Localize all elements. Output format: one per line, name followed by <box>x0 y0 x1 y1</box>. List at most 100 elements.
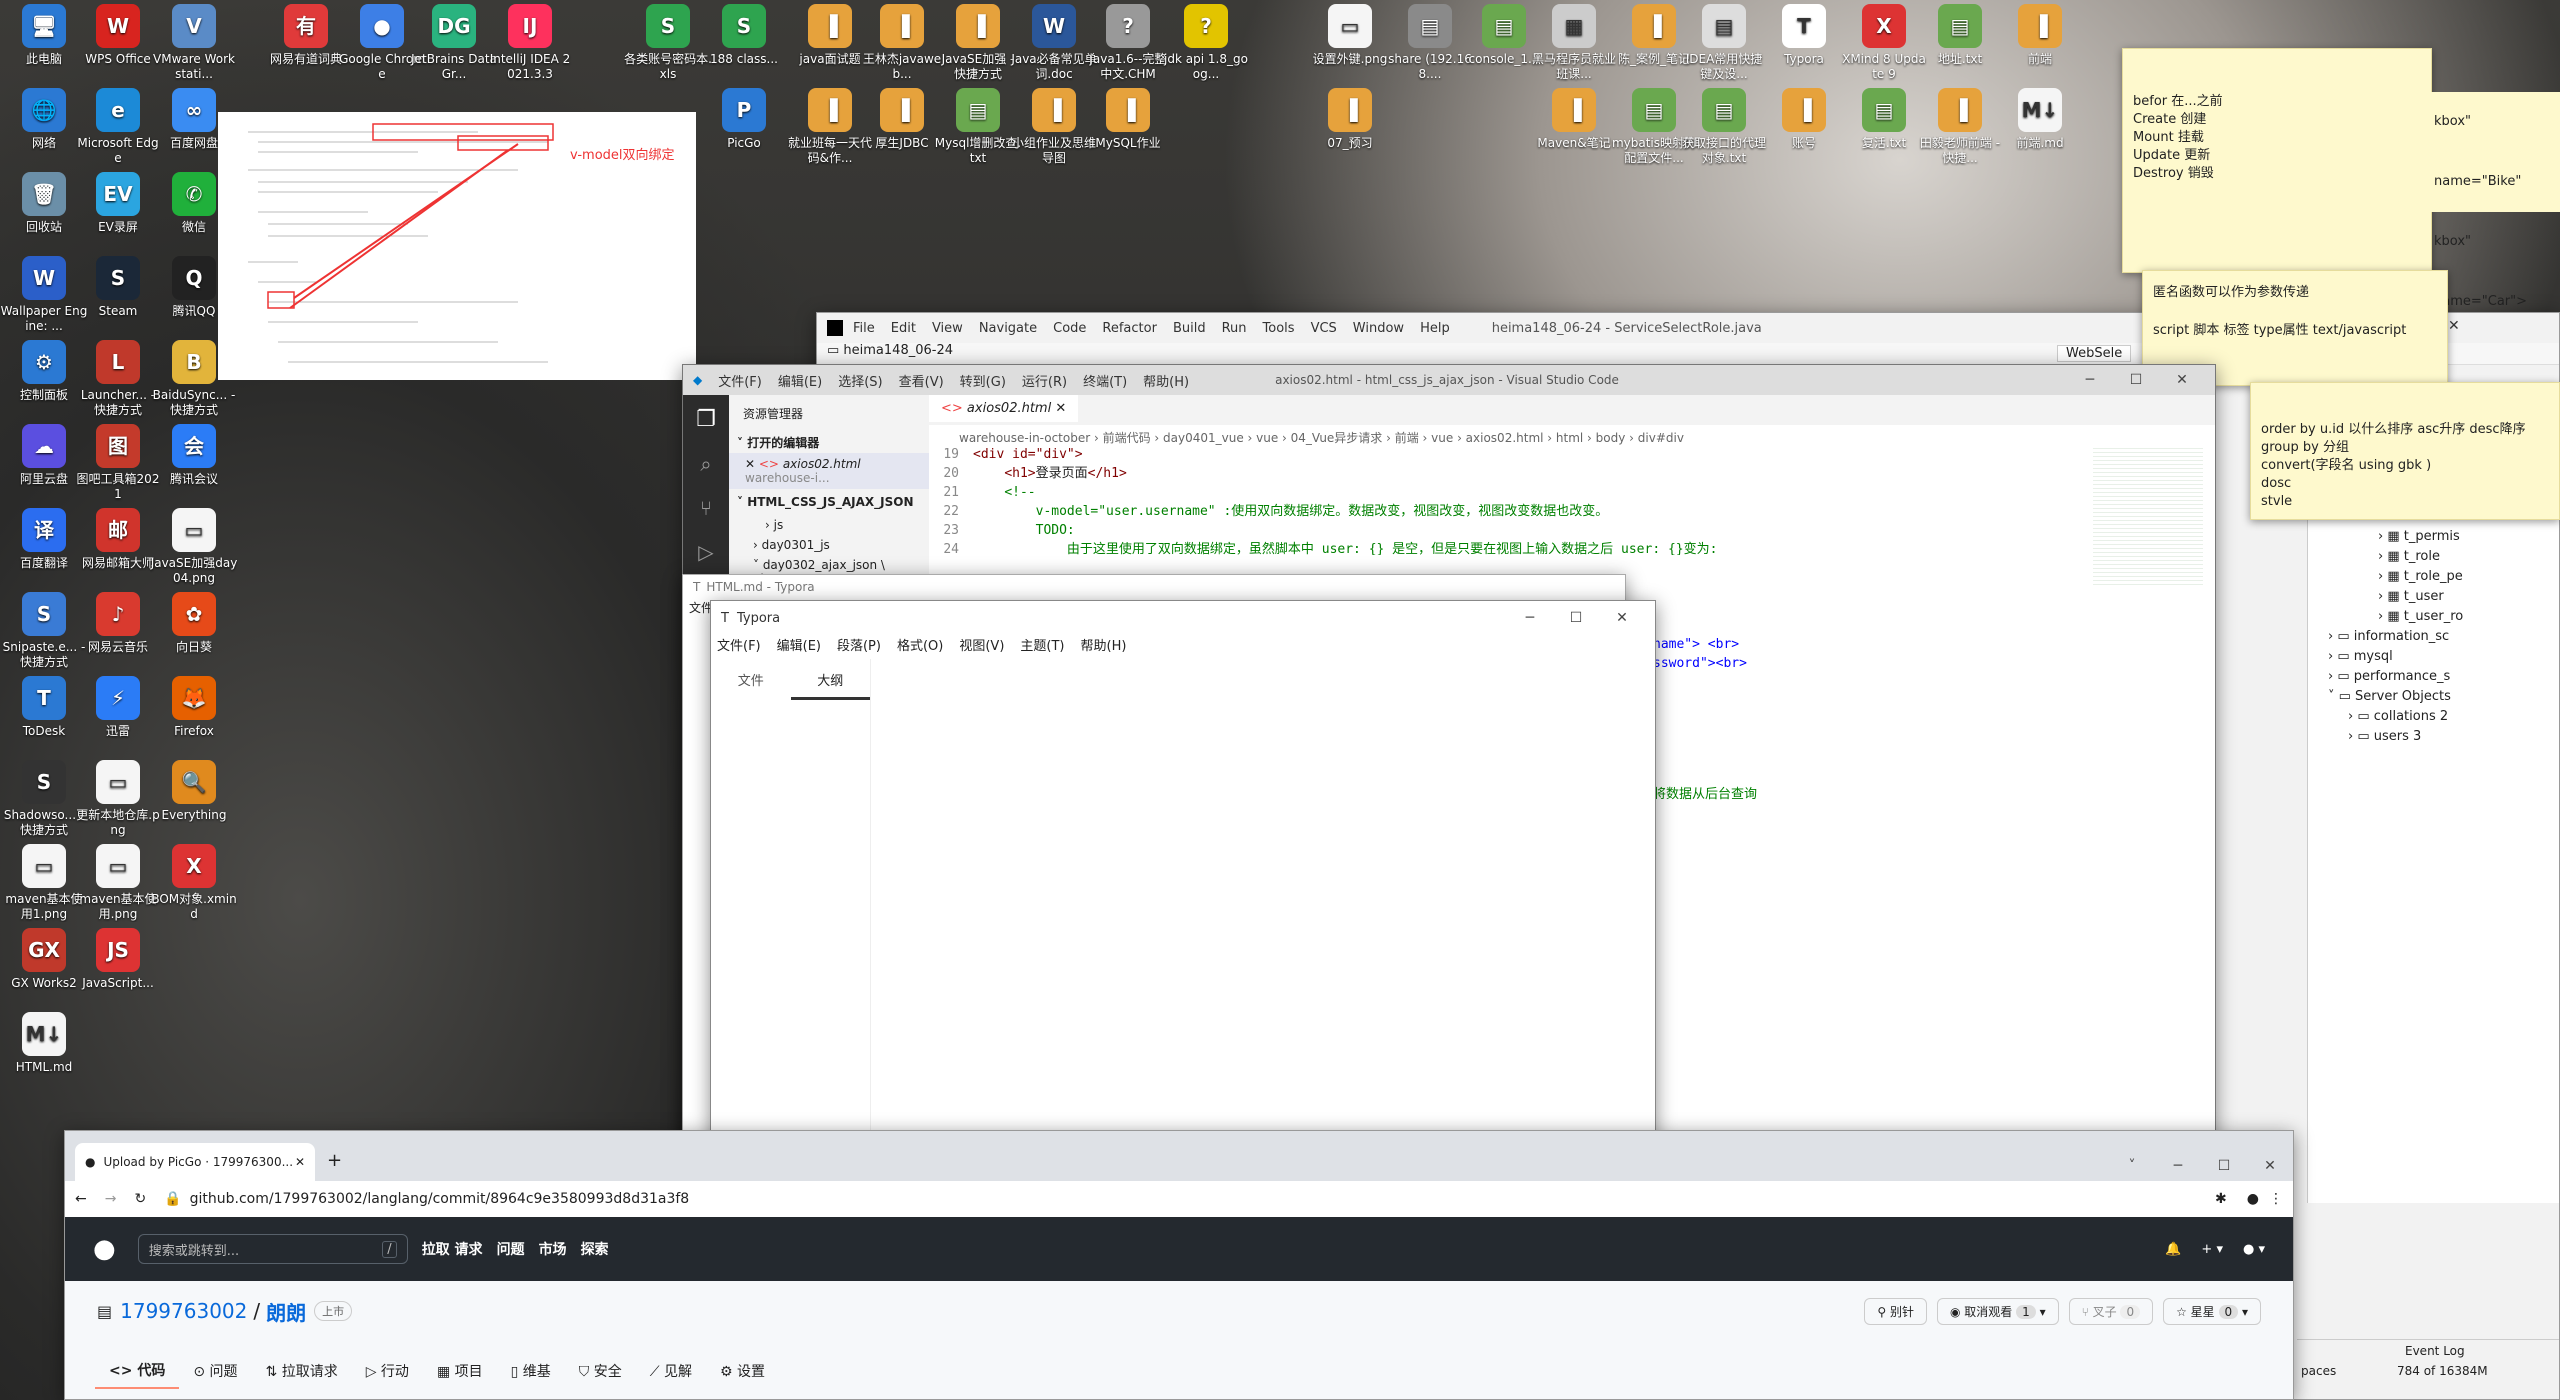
close-icon[interactable]: ✕ <box>2247 1151 2293 1181</box>
menu-item[interactable]: Tools <box>1263 321 1295 336</box>
desktop-icon[interactable]: 图图吧工具箱2021 <box>74 424 162 502</box>
maximize-icon[interactable]: ☐ <box>1553 603 1599 633</box>
star-button[interactable]: ☆ 星星 0 ▾ <box>2163 1297 2261 1325</box>
menu-item[interactable]: File <box>853 321 875 336</box>
chrome-window[interactable]: ● Upload by PicGo · 179976300... ✕ + ˅ ─… <box>64 1130 2294 1400</box>
repo-tab[interactable]: ⚙ 设置 <box>706 1353 779 1389</box>
desktop-icon[interactable]: 会腾讯会议 <box>150 424 238 487</box>
desktop-icon[interactable]: S Steam <box>74 256 162 319</box>
menu-item[interactable]: 文件(F) <box>718 375 762 390</box>
menu-item[interactable]: 运行(R) <box>1022 375 1067 390</box>
desktop-icon[interactable]: EV EV录屏 <box>74 172 162 235</box>
github-logo-icon[interactable]: ● <box>93 1234 116 1264</box>
desktop-icon[interactable]: T Typora <box>1760 4 1848 67</box>
repo-tab[interactable]: ▦ 项目 <box>423 1353 497 1389</box>
desktop-icon[interactable]: ? jdk api 1.8_goog... <box>1162 4 1250 82</box>
chevron-down-icon[interactable]: ˅ <box>2109 1151 2155 1181</box>
desktop-icon[interactable]: ▤ 地址.txt <box>1916 4 2004 67</box>
db-tree-item[interactable]: › ▭ performance_s <box>2308 667 2559 687</box>
desktop-icon[interactable]: IJ IntelliJ IDEA 2021.3.3 <box>486 4 574 82</box>
editor-tab[interactable]: <> axios02.html ✕ <box>929 395 1079 422</box>
menu-item[interactable]: 视图(V) <box>959 639 1004 654</box>
menu-item[interactable]: 格式(O) <box>897 639 943 654</box>
repo-tab[interactable]: <> 代码 <box>95 1353 180 1389</box>
desktop-icon[interactable]: 邮网易邮箱大师 <box>74 508 162 571</box>
desktop-icon[interactable]: S 188 class... <box>700 4 788 67</box>
close-icon[interactable]: ✕ <box>1055 401 1066 416</box>
menu-icon[interactable]: ⋮ <box>2269 1191 2283 1207</box>
menu-item[interactable]: VCS <box>1311 321 1337 336</box>
minimize-icon[interactable]: ─ <box>1507 603 1553 633</box>
menu-item[interactable]: 终端(T) <box>1083 375 1127 390</box>
desktop-icon[interactable]: DG JetBrains DataGr... <box>410 4 498 82</box>
desktop-icon[interactable]: V VMware Workstati... <box>150 4 238 82</box>
desktop-icon[interactable]: ✿ 向日葵 <box>150 592 238 655</box>
db-tree-item[interactable]: › ▭ collations 2 <box>2308 707 2559 727</box>
github-nav-link[interactable]: 市场 <box>539 1242 567 1258</box>
menu-item[interactable]: 转到(G) <box>960 375 1006 390</box>
menu-item[interactable]: 选择(S) <box>838 375 882 390</box>
desktop-icon[interactable]: X BOM对象.xmind <box>150 844 238 922</box>
desktop-icon[interactable]: ▐ JavaSE加强 - 快捷方式 <box>934 4 1022 82</box>
desktop-icon[interactable]: ▤ 复活.txt <box>1840 88 1928 151</box>
menu-item[interactable]: 主题(T) <box>1020 639 1064 654</box>
profile-icon[interactable]: ● <box>2247 1191 2259 1207</box>
close-icon[interactable]: ✕ <box>295 1155 305 1169</box>
screenshot-preview-window[interactable]: v-model双向绑定 <box>218 112 696 380</box>
desktop-icon[interactable]: 有网易有道词典 <box>262 4 350 67</box>
maximize-icon[interactable]: ☐ <box>2201 1151 2247 1181</box>
menu-item[interactable]: 文件(F) <box>717 639 761 654</box>
event-log-label[interactable]: Event Log <box>2405 1344 2465 1358</box>
sticky-note-lifecycle[interactable]: befor 在...之前 Create 创建 Mount 挂载 Update 更新 De… <box>2122 48 2432 273</box>
db-tree-item[interactable]: › ▭ information_sc <box>2308 627 2559 647</box>
desktop-icon[interactable]: ▐ Maven&笔记 <box>1530 88 1618 151</box>
repo-tab[interactable]: ⊙ 问题 <box>179 1353 251 1389</box>
desktop-icon[interactable]: ▭ 更新本地仓库.png <box>74 760 162 838</box>
github-search[interactable]: 搜索或跳转到... / <box>137 1234 408 1264</box>
db-tree-item[interactable]: › ▭ users 3 <box>2308 727 2559 747</box>
desktop-icon[interactable]: ▤ 获取接口的代理对象.txt <box>1680 88 1768 166</box>
desktop-icon[interactable]: ⚡ 迅雷 <box>74 676 162 739</box>
desktop-icon[interactable]: ▐ 王林杰javaweb... <box>858 4 946 82</box>
db-tree-item[interactable]: › ▦ t_user <box>2308 587 2559 607</box>
github-nav-link[interactable]: 拉取 请求 <box>422 1242 483 1258</box>
github-nav-link[interactable]: 探索 <box>581 1242 609 1258</box>
desktop-icon[interactable]: M↓ 前端.md <box>1996 88 2084 151</box>
desktop-icon[interactable]: JS JavaScript... <box>74 928 162 991</box>
desktop-icon[interactable]: 🔍 Everything <box>150 760 238 823</box>
desktop-icon[interactable]: ▤ Mysql增删改查.txt <box>934 88 1022 166</box>
repo-tab[interactable]: ⇅ 拉取请求 <box>252 1353 352 1389</box>
desktop-icon[interactable]: ▭ maven基本使用.png <box>74 844 162 922</box>
minimize-icon[interactable]: ─ <box>2067 365 2113 395</box>
desktop-icon[interactable]: ▤ IDEA常用快捷键及设... <box>1680 4 1768 82</box>
repo-tab[interactable]: ▷ 行动 <box>352 1353 423 1389</box>
db-tree-item[interactable]: › ▦ t_user_ro <box>2308 607 2559 627</box>
new-tab-icon[interactable]: + <box>315 1140 354 1181</box>
source-control-icon[interactable]: ⑂ <box>683 496 729 520</box>
desktop-icon[interactable]: S 各类账号密码本.xls <box>624 4 712 82</box>
desktop-icon[interactable]: L Launcher... - 快捷方式 <box>74 340 162 418</box>
db-tree-item[interactable]: › ▦ t_permis <box>2308 527 2559 547</box>
menu-item[interactable]: 段落(P) <box>837 639 881 654</box>
desktop-icon[interactable]: e Microsoft Edge <box>74 88 162 166</box>
desktop-icon[interactable]: X XMind 8 Update 9 <box>1840 4 1928 82</box>
desktop-icon[interactable]: ▐ 厚生JDBC <box>858 88 946 151</box>
tree-item[interactable]: › day0301_js <box>729 535 929 555</box>
desktop-icon[interactable]: ▐ 07_预习 <box>1306 88 1394 151</box>
repo-owner-link[interactable]: 1799763002 <box>120 1299 247 1323</box>
forward-icon[interactable]: → <box>105 1191 117 1207</box>
menu-item[interactable]: Help <box>1420 321 1450 336</box>
desktop-icon[interactable]: ▭ 设置外键.png <box>1306 4 1394 67</box>
close-icon[interactable]: ✕ <box>2159 365 2205 395</box>
sticky-note-sql[interactable]: order by u.id 以什么排序 asc升序 desc降序 group by… <box>2250 382 2560 520</box>
tab-outline[interactable]: 大纲 <box>790 659 870 700</box>
open-editors-header[interactable]: ˅ 打开的编辑器 <box>729 432 929 453</box>
back-icon[interactable]: ← <box>75 1191 87 1207</box>
idea-close-icon[interactable]: ✕ <box>2448 318 2460 334</box>
extensions-icon[interactable]: ✱ <box>2215 1191 2227 1207</box>
menu-item[interactable]: Window <box>1353 321 1404 336</box>
repo-tab[interactable]: ⟋ 见解 <box>636 1353 706 1389</box>
spaces-indicator[interactable]: paces <box>2301 1364 2336 1378</box>
db-tree-item[interactable]: › ▦ t_role <box>2308 547 2559 567</box>
workspace-header[interactable]: ˅ HTML_CSS_JS_AJAX_JSON <box>729 489 929 515</box>
